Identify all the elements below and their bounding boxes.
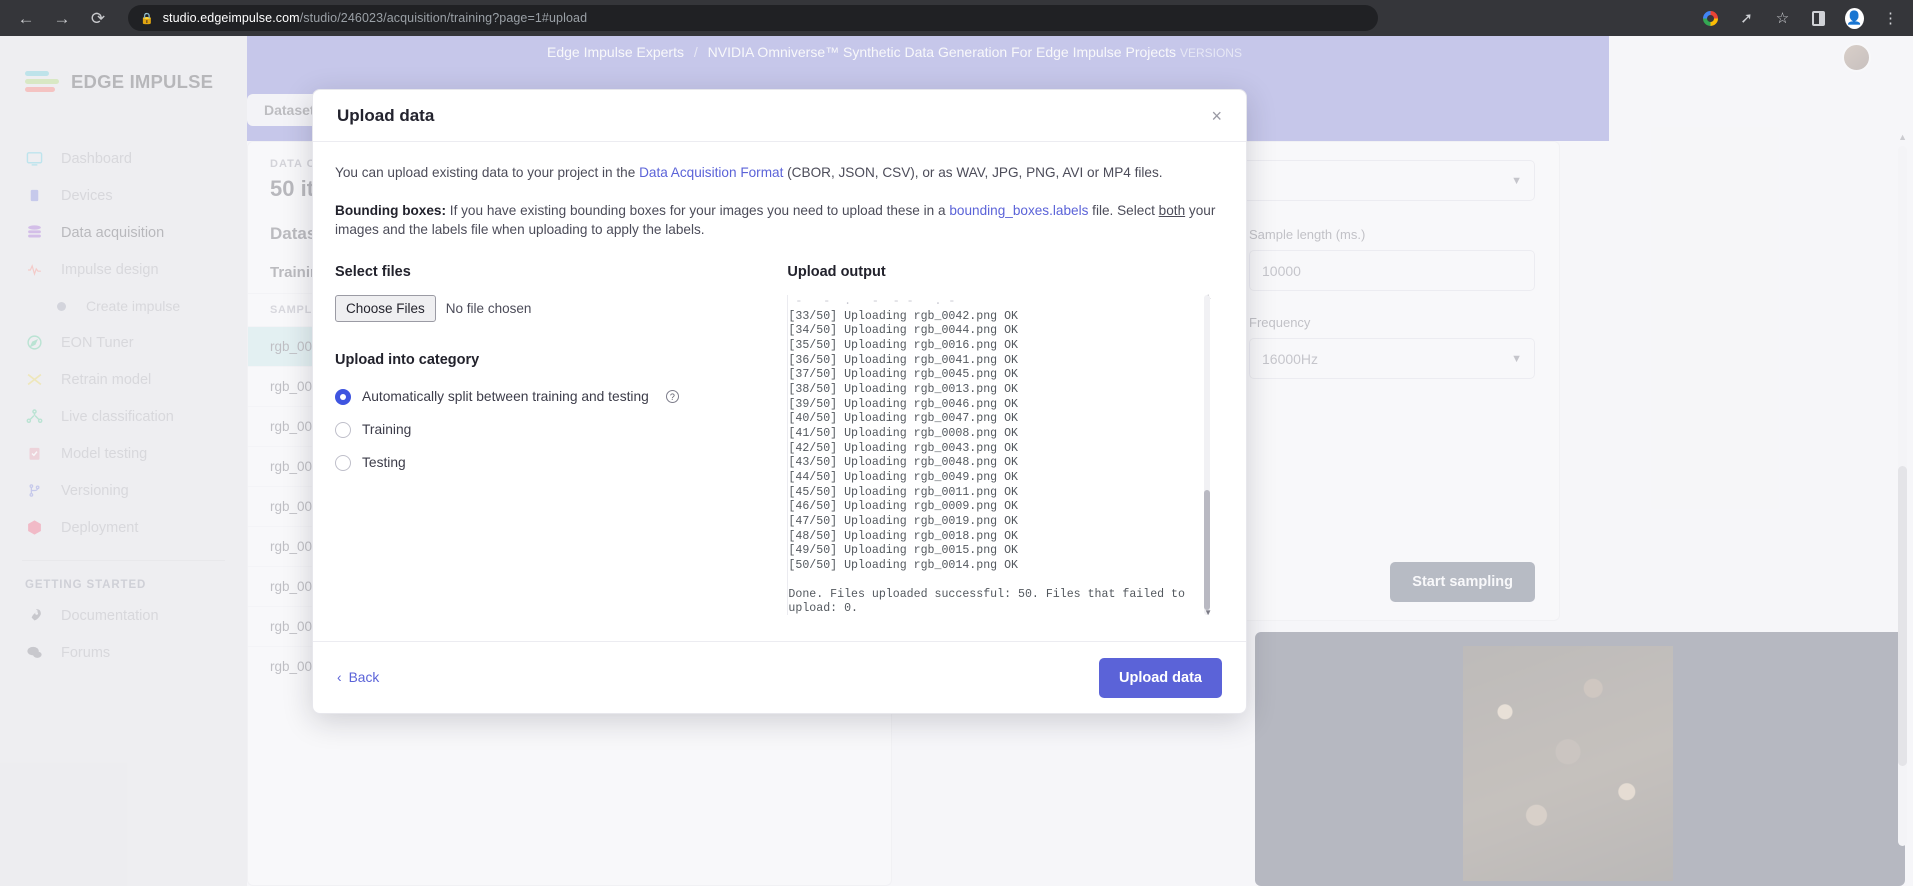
radio-auto-split[interactable]: Automatically split between training and… — [335, 380, 779, 413]
bookmark-star-icon[interactable]: ☆ — [1773, 9, 1792, 28]
log-line: [39/50] Uploading rgb_0046.png OK — [788, 397, 1018, 411]
log-line: [40/50] Uploading rgb_0047.png OK — [788, 412, 1018, 426]
log-line: [48/50] Uploading rgb_0018.png OK — [788, 529, 1018, 543]
file-input-row[interactable]: Choose Files No file chosen — [335, 295, 779, 323]
bbox-mid: file. Select — [1088, 202, 1159, 218]
upload-log-container: - - . - - - . - [33/50] Uploading rgb_00… — [787, 292, 1224, 617]
radio-button-icon[interactable] — [335, 421, 351, 438]
bounding-boxes-paragraph: Bounding boxes: If you have existing bou… — [335, 201, 1224, 240]
log-line: [35/50] Uploading rgb_0016.png OK — [788, 339, 1018, 353]
app-shell: EDGE IMPULSE Dashboard Devices Data acqu… — [0, 36, 1913, 886]
radio-label: Automatically split between training and… — [362, 389, 649, 405]
url-text: studio.edgeimpulse.com/studio/246023/acq… — [163, 11, 587, 25]
browser-nav-buttons: ← → ⟳ — [0, 2, 114, 34]
dialog-footer: ‹ Back Upload data — [313, 641, 1246, 713]
log-line: [34/50] Uploading rgb_0044.png OK — [788, 324, 1018, 338]
address-bar[interactable]: 🔒 studio.edgeimpulse.com/studio/246023/a… — [128, 5, 1378, 31]
help-circle-icon[interactable]: ? — [665, 390, 679, 404]
bounding-boxes-label: Bounding boxes: — [335, 202, 447, 218]
profile-avatar-icon[interactable]: 👤 — [1845, 7, 1864, 29]
log-line: [36/50] Uploading rgb_0041.png OK — [788, 353, 1018, 367]
radio-button-selected-icon[interactable] — [335, 388, 351, 405]
radio-label: Training — [362, 422, 412, 438]
log-line: [44/50] Uploading rgb_0049.png OK — [788, 470, 1018, 484]
bbox-pre: If you have existing bounding boxes for … — [446, 202, 950, 218]
back-icon[interactable]: ← — [10, 2, 42, 34]
radio-label: Testing — [362, 455, 406, 471]
kebab-menu-icon[interactable]: ⋮ — [1881, 9, 1900, 28]
browser-toolbar-actions: ➚ ☆ 👤 ⋮ — [1701, 7, 1913, 29]
log-line: [45/50] Uploading rgb_0011.png OK — [788, 485, 1018, 499]
close-icon[interactable]: × — [1211, 107, 1222, 125]
log-line: [43/50] Uploading rgb_0048.png OK — [788, 456, 1018, 470]
log-line-clipped: - - . - - - . - — [788, 295, 956, 309]
google-icon[interactable] — [1701, 9, 1720, 28]
url-host: studio.edgeimpulse.com — [162, 11, 300, 25]
side-panel-icon[interactable] — [1809, 9, 1828, 28]
log-scroll-down-arrow[interactable]: ▼ — [1204, 608, 1212, 617]
choose-files-button[interactable]: Choose Files — [335, 295, 436, 323]
log-line: [47/50] Uploading rgb_0019.png OK — [788, 514, 1018, 528]
upload-log[interactable]: - - . - - - . - [33/50] Uploading rgb_00… — [788, 295, 1224, 615]
select-files-column: Select files Choose Files No file chosen… — [335, 264, 779, 615]
select-files-heading: Select files — [335, 264, 411, 281]
upload-output-column: Upload output - - . - - - . - [33/50] Up… — [779, 264, 1224, 617]
dialog-body: You can upload existing data to your pro… — [313, 142, 1246, 617]
bbox-both-emphasis: both — [1158, 202, 1186, 218]
upload-data-button[interactable]: Upload data — [1099, 657, 1222, 698]
lock-icon: 🔒 — [140, 12, 154, 25]
data-acquisition-format-link[interactable]: Data Acquisition Format — [639, 165, 783, 180]
chevron-left-icon: ‹ — [337, 670, 342, 685]
log-scrollbar-thumb[interactable] — [1204, 490, 1210, 611]
back-label: Back — [348, 670, 380, 685]
no-file-chosen-text: No file chosen — [445, 301, 532, 317]
intro-paragraph: You can upload existing data to your pro… — [335, 163, 1224, 183]
log-line: [50/50] Uploading rgb_0014.png OK — [788, 558, 1018, 572]
log-done-line: Done. Files uploaded successful: 50. Fil… — [788, 587, 1185, 616]
url-path: /studio/246023/acquisition/training?page… — [299, 11, 588, 25]
log-line: [38/50] Uploading rgb_0013.png OK — [788, 383, 1018, 397]
radio-testing[interactable]: Testing — [335, 446, 779, 479]
upload-data-dialog: Upload data × You can upload existing da… — [312, 89, 1247, 714]
log-line: [49/50] Uploading rgb_0015.png OK — [788, 544, 1018, 558]
intro-pre: You can upload existing data to your pro… — [335, 165, 640, 180]
radio-button-icon[interactable] — [335, 454, 351, 471]
log-line: [46/50] Uploading rgb_0009.png OK — [788, 500, 1018, 514]
share-icon[interactable]: ➚ — [1737, 9, 1756, 28]
reload-icon[interactable]: ⟳ — [82, 2, 114, 34]
dialog-title: Upload data — [337, 105, 435, 125]
upload-category-heading: Upload into category — [335, 352, 480, 369]
intro-post: (CBOR, JSON, CSV), or as WAV, JPG, PNG, … — [783, 165, 1163, 180]
back-button[interactable]: ‹ Back — [337, 670, 379, 685]
dialog-header: Upload data × — [313, 90, 1246, 142]
log-line: [33/50] Uploading rgb_0042.png OK — [788, 309, 1018, 323]
forward-icon[interactable]: → — [46, 2, 78, 34]
browser-toolbar: ← → ⟳ 🔒 studio.edgeimpulse.com/studio/24… — [0, 0, 1913, 36]
log-line: [41/50] Uploading rgb_0008.png OK — [788, 427, 1018, 441]
log-line: [37/50] Uploading rgb_0045.png OK — [788, 368, 1018, 382]
radio-training[interactable]: Training — [335, 413, 779, 446]
upload-output-heading: Upload output — [787, 264, 886, 281]
dialog-columns: Select files Choose Files No file chosen… — [335, 264, 1224, 617]
bounding-boxes-labels-link[interactable]: bounding_boxes.labels — [949, 203, 1088, 218]
log-line: [42/50] Uploading rgb_0043.png OK — [788, 441, 1018, 455]
